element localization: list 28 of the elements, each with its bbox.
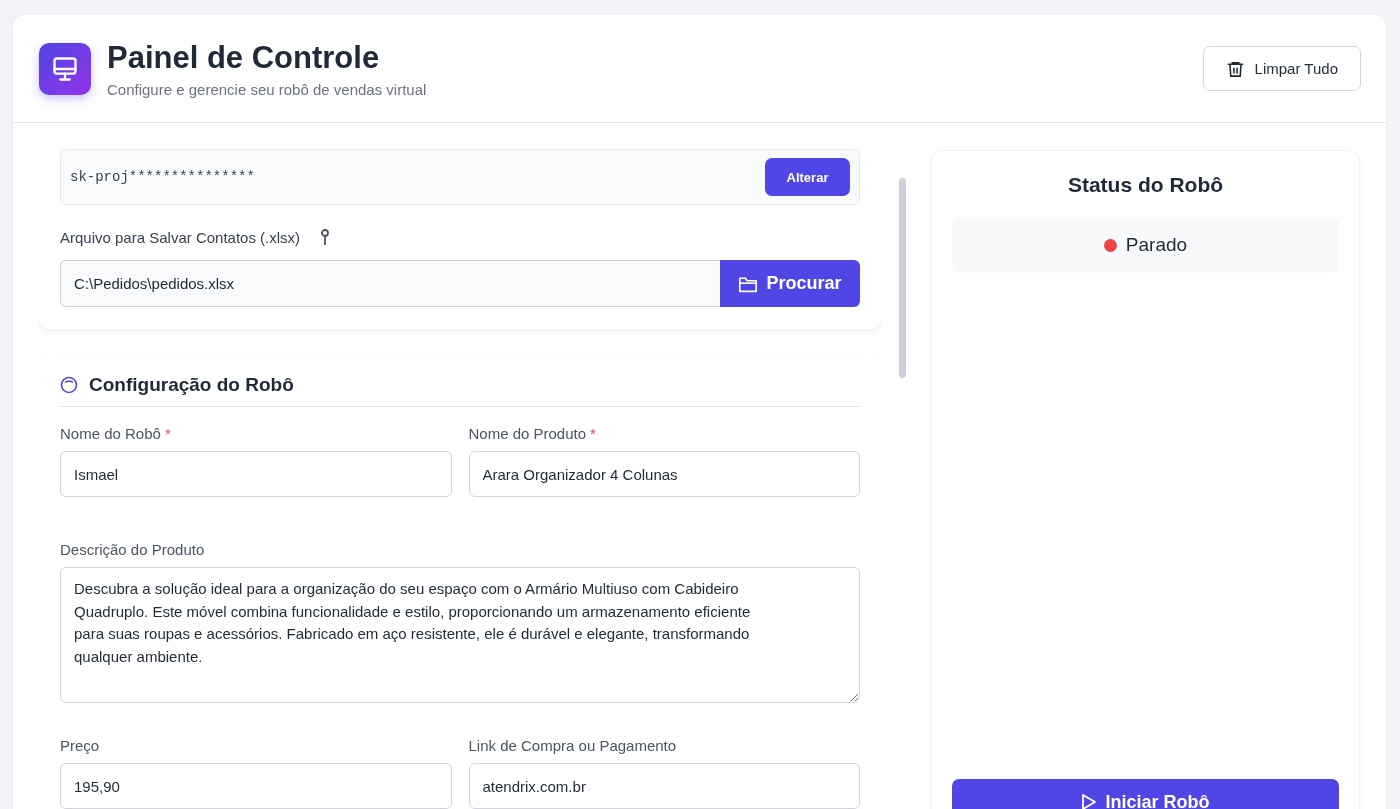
field-label: Preço <box>60 737 101 754</box>
monitor-icon <box>51 54 79 83</box>
text-field[interactable]: atendrix.com.br <box>468 763 860 809</box>
api-key-field[interactable]: sk-proj*************** Alterar <box>60 149 860 205</box>
description-field[interactable]: Descubra a solução ideal para a organização do seu espaço com o Armário Multiuso com Cabideiro Quadruplo. Este móvel combina funcionalidade e estilo, proporcionando um armazenamento eficiente para suas roupas e acessórios. Fabricado em aço resistente, ele é durável e elegante, transformando qualquer ambiente. <box>60 567 860 703</box>
page-subtitle: Configure e gerencie seu robô de vendas virtual <box>107 81 428 98</box>
status-title: Status do Robô <box>1066 172 1225 198</box>
field-label: Nome do Produto * <box>468 425 597 442</box>
page-title: Painel de Controle <box>107 39 381 77</box>
field-label: Descrição do Produto <box>60 541 206 558</box>
field-label: Link de Compra ou Pagamento <box>468 737 678 754</box>
status-text: Parado <box>1125 234 1188 256</box>
circle-icon <box>60 376 78 394</box>
field-label: Nome do Robô * <box>60 425 172 442</box>
change-key-button[interactable]: Alterar <box>765 158 850 196</box>
scrollbar[interactable] <box>899 178 906 378</box>
text-field[interactable]: Ismael <box>60 451 452 497</box>
text-field[interactable]: 195,90 <box>60 763 452 809</box>
start-robot-button[interactable]: Iniciar Robô <box>952 779 1339 809</box>
browse-button[interactable]: Procurar <box>720 260 860 307</box>
folder-icon <box>738 274 759 293</box>
pin-icon <box>320 229 331 246</box>
file-path-field[interactable]: C:\Pedidos\pedidos.xlsx <box>60 260 720 307</box>
clear-all-button[interactable]: Limpar Tudo <box>1202 46 1361 91</box>
play-icon <box>1081 793 1098 809</box>
section-title: Configuração do Robô <box>89 374 294 396</box>
field-label: Arquivo para Salvar Contatos (.xlsx) <box>60 229 301 246</box>
text-field[interactable]: Arara Organizador 4 Colunas <box>468 451 860 497</box>
